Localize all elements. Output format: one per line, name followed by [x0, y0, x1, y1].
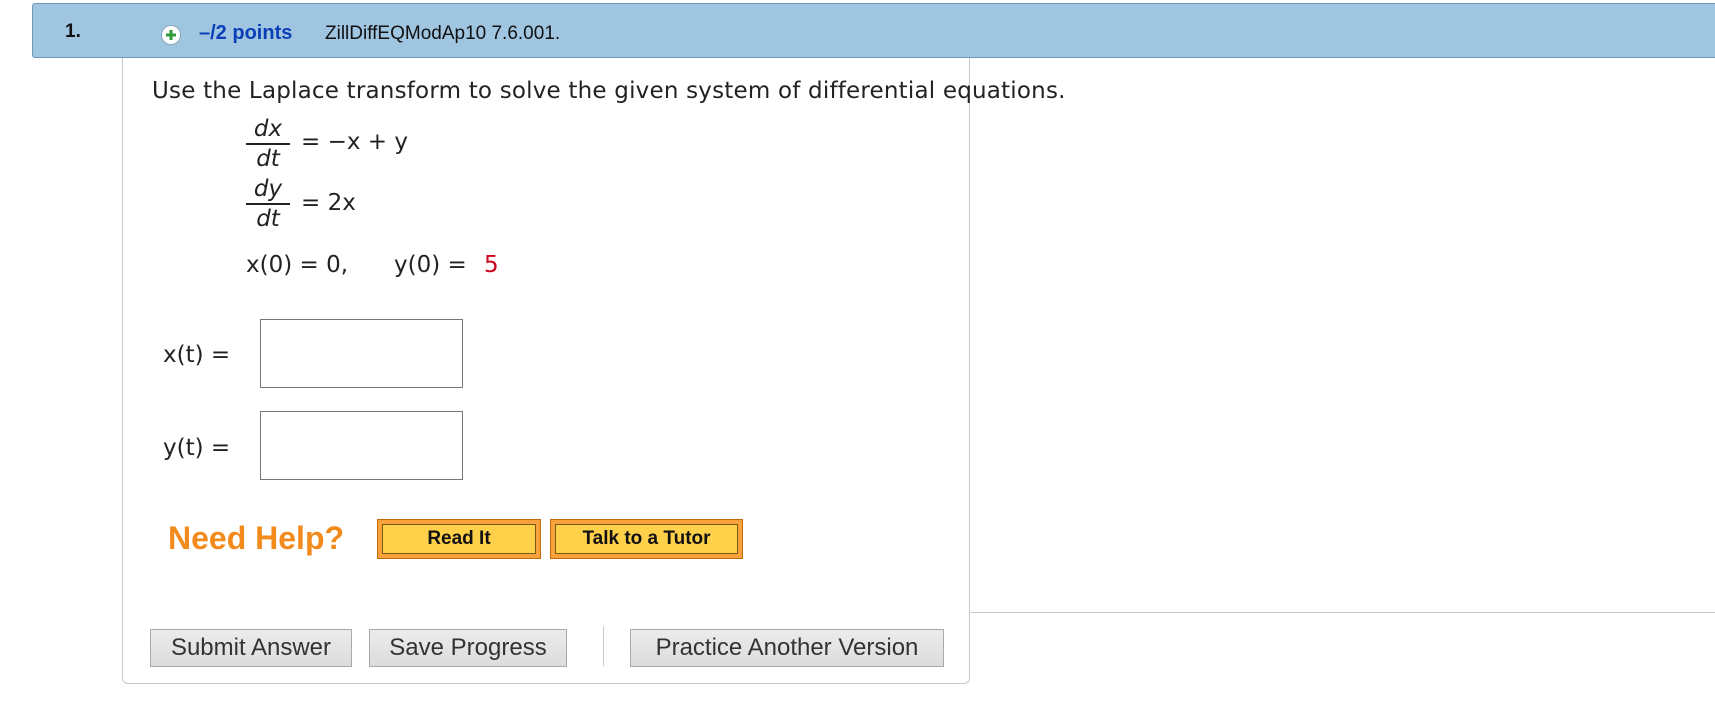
question-page: 1. –/2 points ZillDiffEQModAp10 7.6.001.… [0, 0, 1715, 713]
equation-2-rhs: = 2x [301, 190, 356, 216]
talk-to-tutor-button[interactable]: Talk to a Tutor [550, 519, 743, 559]
y-answer-input[interactable] [260, 411, 463, 480]
x-answer-input[interactable] [260, 319, 463, 388]
derivative-dx-dt: dx dt [246, 115, 290, 173]
read-it-button[interactable]: Read It [377, 519, 541, 559]
read-it-label: Read It [382, 524, 536, 554]
practice-another-version-button[interactable]: Practice Another Version [630, 629, 944, 667]
derivative-dy-dt: dy dt [246, 175, 290, 233]
initial-x: x(0) = 0, [246, 252, 349, 278]
instruction-text: Use the Laplace transform to solve the g… [152, 78, 1066, 104]
fraction-denominator: dt [256, 146, 280, 172]
button-divider [603, 626, 604, 666]
question-number: 1. [65, 21, 81, 42]
fraction-denominator: dt [256, 206, 280, 232]
equation-1-rhs: = −x + y [301, 129, 408, 155]
plus-circle-icon[interactable] [161, 25, 181, 45]
submit-answer-button[interactable]: Submit Answer [150, 629, 352, 667]
question-code: ZillDiffEQModAp10 7.6.001. [325, 23, 561, 44]
need-help-heading: Need Help? [168, 520, 345, 556]
x-answer-label: x(t) = [163, 342, 231, 368]
initial-y-value: 5 [484, 252, 499, 278]
y-answer-label: y(t) = [163, 435, 231, 461]
initial-y: y(0) = [394, 252, 467, 278]
talk-to-tutor-label: Talk to a Tutor [555, 524, 738, 554]
question-header: 1. –/2 points ZillDiffEQModAp10 7.6.001. [32, 3, 1715, 58]
fraction-numerator: dx [253, 116, 283, 142]
points-label: –/2 points [199, 22, 293, 44]
panel-divider [970, 612, 1715, 613]
fraction-numerator: dy [253, 176, 283, 202]
save-progress-button[interactable]: Save Progress [369, 629, 567, 667]
